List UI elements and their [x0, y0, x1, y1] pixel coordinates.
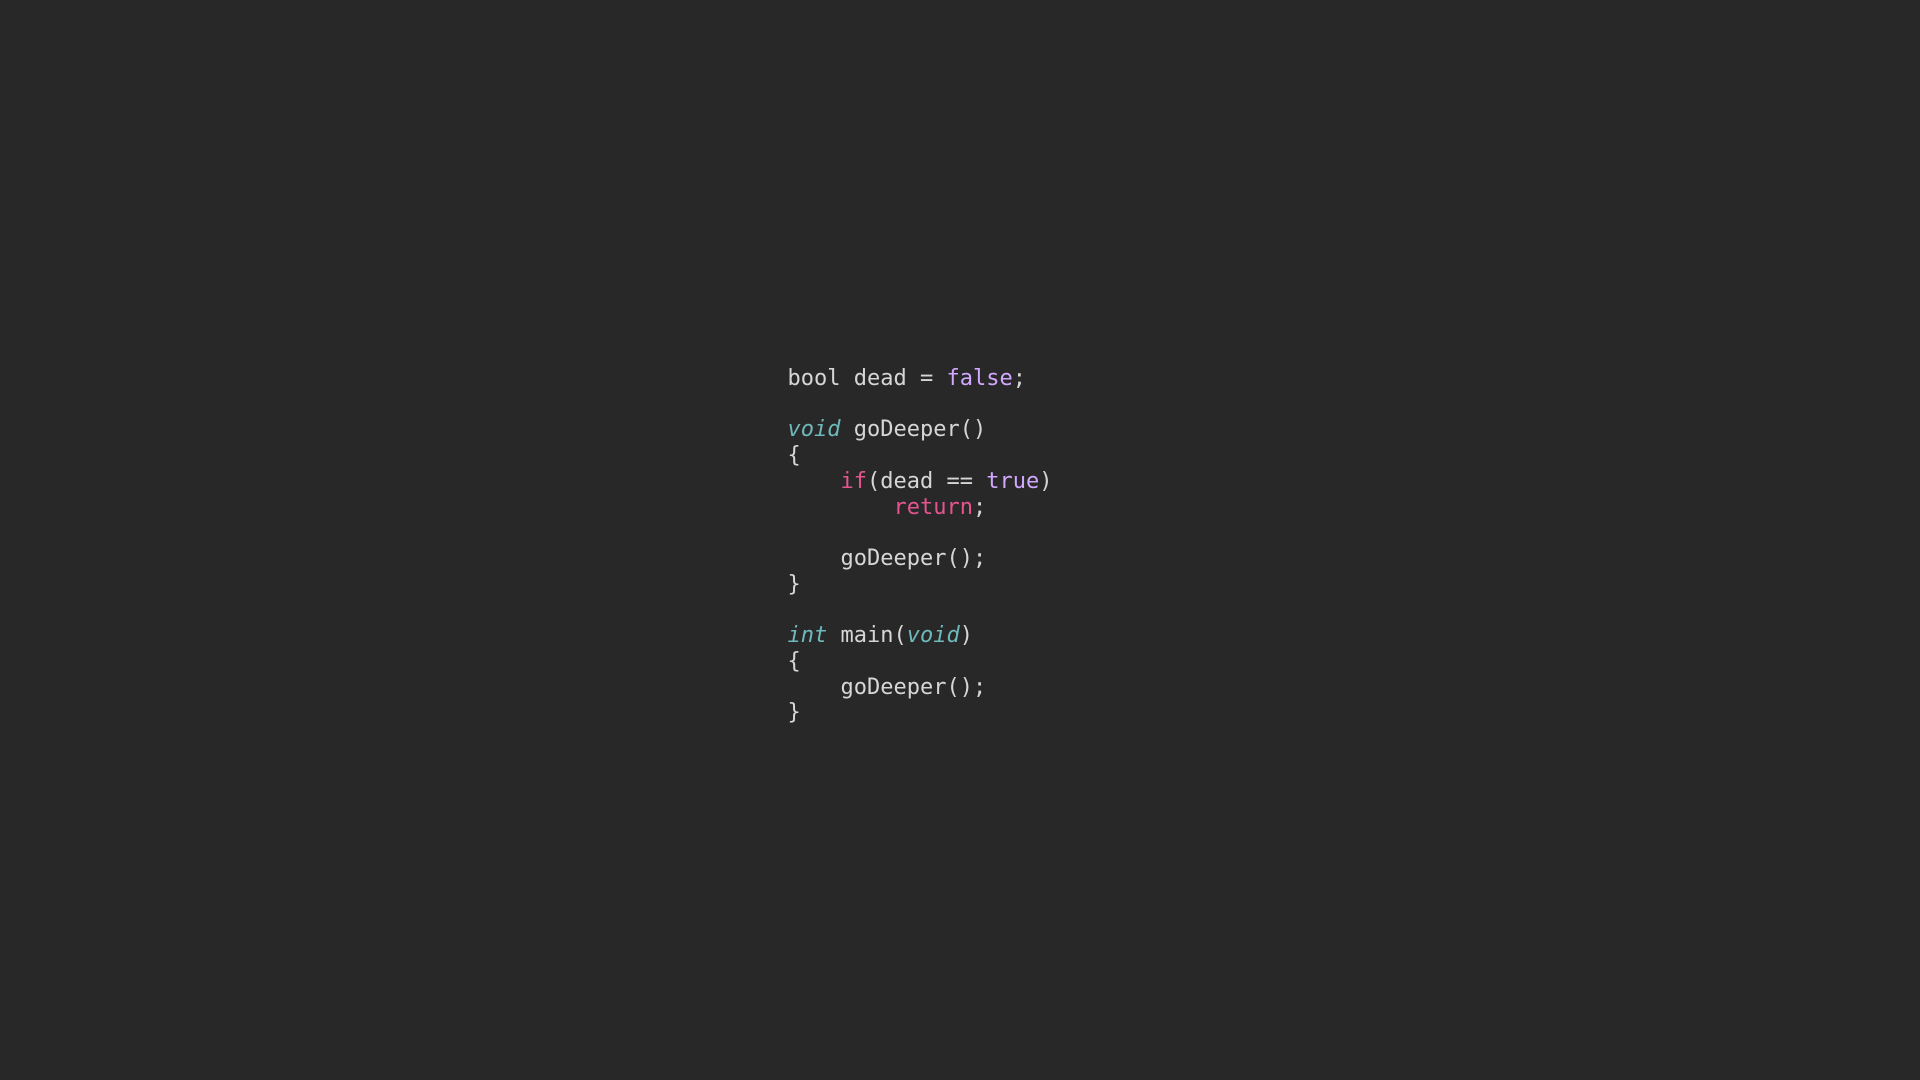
token-keyword: if: [841, 469, 868, 494]
code-line-9: }: [788, 572, 801, 597]
token-text: ): [1039, 469, 1052, 494]
code-line-4: {: [788, 443, 801, 468]
token-type: int: [788, 623, 828, 648]
token-type: bool: [788, 366, 841, 391]
token-brace: {: [788, 649, 801, 674]
token-text: ): [960, 623, 973, 648]
token-literal: true: [986, 469, 1039, 494]
token-text: goDeeper(): [841, 417, 987, 442]
code-line-8: goDeeper();: [788, 546, 987, 571]
token-text: dead =: [841, 366, 947, 391]
token-text: goDeeper();: [788, 675, 987, 700]
code-line-13: goDeeper();: [788, 675, 987, 700]
token-literal: false: [946, 366, 1012, 391]
code-line-1: bool dead = false;: [788, 366, 1026, 391]
token-text: ;: [973, 495, 986, 520]
token-brace: {: [788, 443, 801, 468]
code-line-3: void goDeeper(): [788, 417, 987, 442]
token-text: (dead ==: [867, 469, 986, 494]
token-type: void: [788, 417, 841, 442]
code-line-5: if(dead == true): [788, 469, 1053, 494]
code-line-14: }: [788, 700, 801, 725]
code-line-11: int main(void): [788, 623, 973, 648]
token-brace: }: [788, 572, 801, 597]
code-line-12: {: [788, 649, 801, 674]
token-indent: [788, 469, 841, 494]
token-text: ;: [1013, 366, 1026, 391]
code-line-6: return;: [788, 495, 987, 520]
token-brace: }: [788, 700, 801, 725]
token-text: main(: [827, 623, 906, 648]
token-text: goDeeper();: [788, 546, 987, 571]
token-indent: [788, 495, 894, 520]
code-block: bool dead = false; void goDeeper() { if(…: [788, 366, 1053, 726]
token-type: void: [907, 623, 960, 648]
token-keyword: return: [894, 495, 973, 520]
